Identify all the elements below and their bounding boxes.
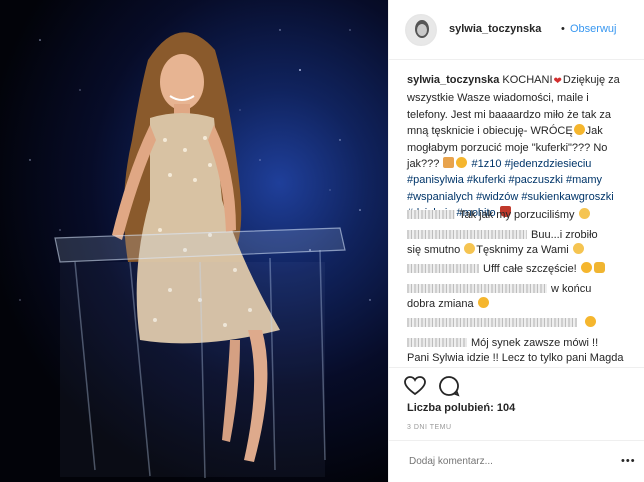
blurred-username [407,230,527,239]
sad-emoji-icon [572,243,584,254]
smile-emoji-icon [573,124,585,136]
comment-item: Buu...i zrobiło się smutno Tęsknimy za W… [407,228,633,258]
comments-feed[interactable]: sylwia_toczynska KOCHANI❤Dziękuję za wsz… [389,60,644,367]
comment-text: dobra zmiana [407,298,474,310]
follow-button[interactable]: Obserwuj [570,23,616,35]
more-options-icon[interactable]: ••• [621,455,636,467]
comment-text: Tęsknimy za Wami [476,244,569,256]
comment-text: Pani Sylwia idzie !! Lecz to tylko pani … [407,352,624,364]
gift-emoji-icon [443,157,455,169]
comment-text: Mój synek zawsze mówi !! [471,337,599,349]
heart-icon[interactable] [403,374,427,398]
post-actions [389,367,644,427]
likes-label: Liczba polubień: [407,402,494,414]
comment-text: Buu...i zrobiło [531,229,598,241]
comment-text: Ufff całe szczęście! [483,263,577,275]
instagram-post: sylwia_toczynska • Obserwuj sylwia_toczy… [0,0,644,482]
post-caption: sylwia_toczynska KOCHANI❤Dziękuję za wsz… [407,72,629,222]
avatar[interactable] [405,14,437,46]
sad-emoji-icon [464,243,476,254]
post-header: sylwia_toczynska • Obserwuj [389,0,644,60]
add-comment-input[interactable] [407,455,601,468]
comment-text: w końcu [551,283,592,295]
add-comment-bar: ••• [389,440,644,482]
header-username[interactable]: sylwia_toczynska [449,23,541,35]
blurred-username [407,284,547,293]
post-sidebar: sylwia_toczynska • Obserwuj sylwia_toczy… [388,0,644,482]
comment-text: Tak jak my porzuciliśmy [459,209,575,221]
caption-text-1: KOCHANI [502,74,553,86]
sad-emoji-icon [578,208,590,219]
avatar-image [406,15,436,45]
blurred-comment [407,318,577,327]
smile-emoji-icon [580,262,592,273]
likes-number: 104 [496,402,516,414]
comment-item: Mój synek zawsze mówi !! Pani Sylwia idz… [407,336,633,366]
comment-item: Ufff całe szczęście! [407,262,633,277]
smile-emoji-icon [456,157,468,169]
blurred-username [407,210,455,219]
post-photo[interactable] [0,0,388,482]
smile-emoji-icon [585,316,597,327]
post-date[interactable]: 3 DNI TEMU [407,424,452,431]
caption-username[interactable]: sylwia_toczynska [407,74,499,86]
blurred-username [407,338,467,347]
thumbs-up-emoji-icon [593,262,605,273]
photo-illustration [19,29,371,479]
comment-icon[interactable] [437,374,461,398]
likes-count[interactable]: Liczba polubień: 104 [407,402,515,414]
caption-hashtags-1[interactable]: #1z10 #jedenzdziesieciu [472,158,592,170]
blurred-username [407,264,479,273]
grin-emoji-icon [477,297,489,308]
comment-item: w końcu dobra zmiana [407,282,633,312]
comment-item [407,316,633,331]
comment-text: się smutno [407,244,461,256]
header-separator: • [561,23,565,35]
heart-emoji-icon: ❤ [553,76,562,87]
comment-item: Tak jak my porzuciliśmy [407,208,633,223]
